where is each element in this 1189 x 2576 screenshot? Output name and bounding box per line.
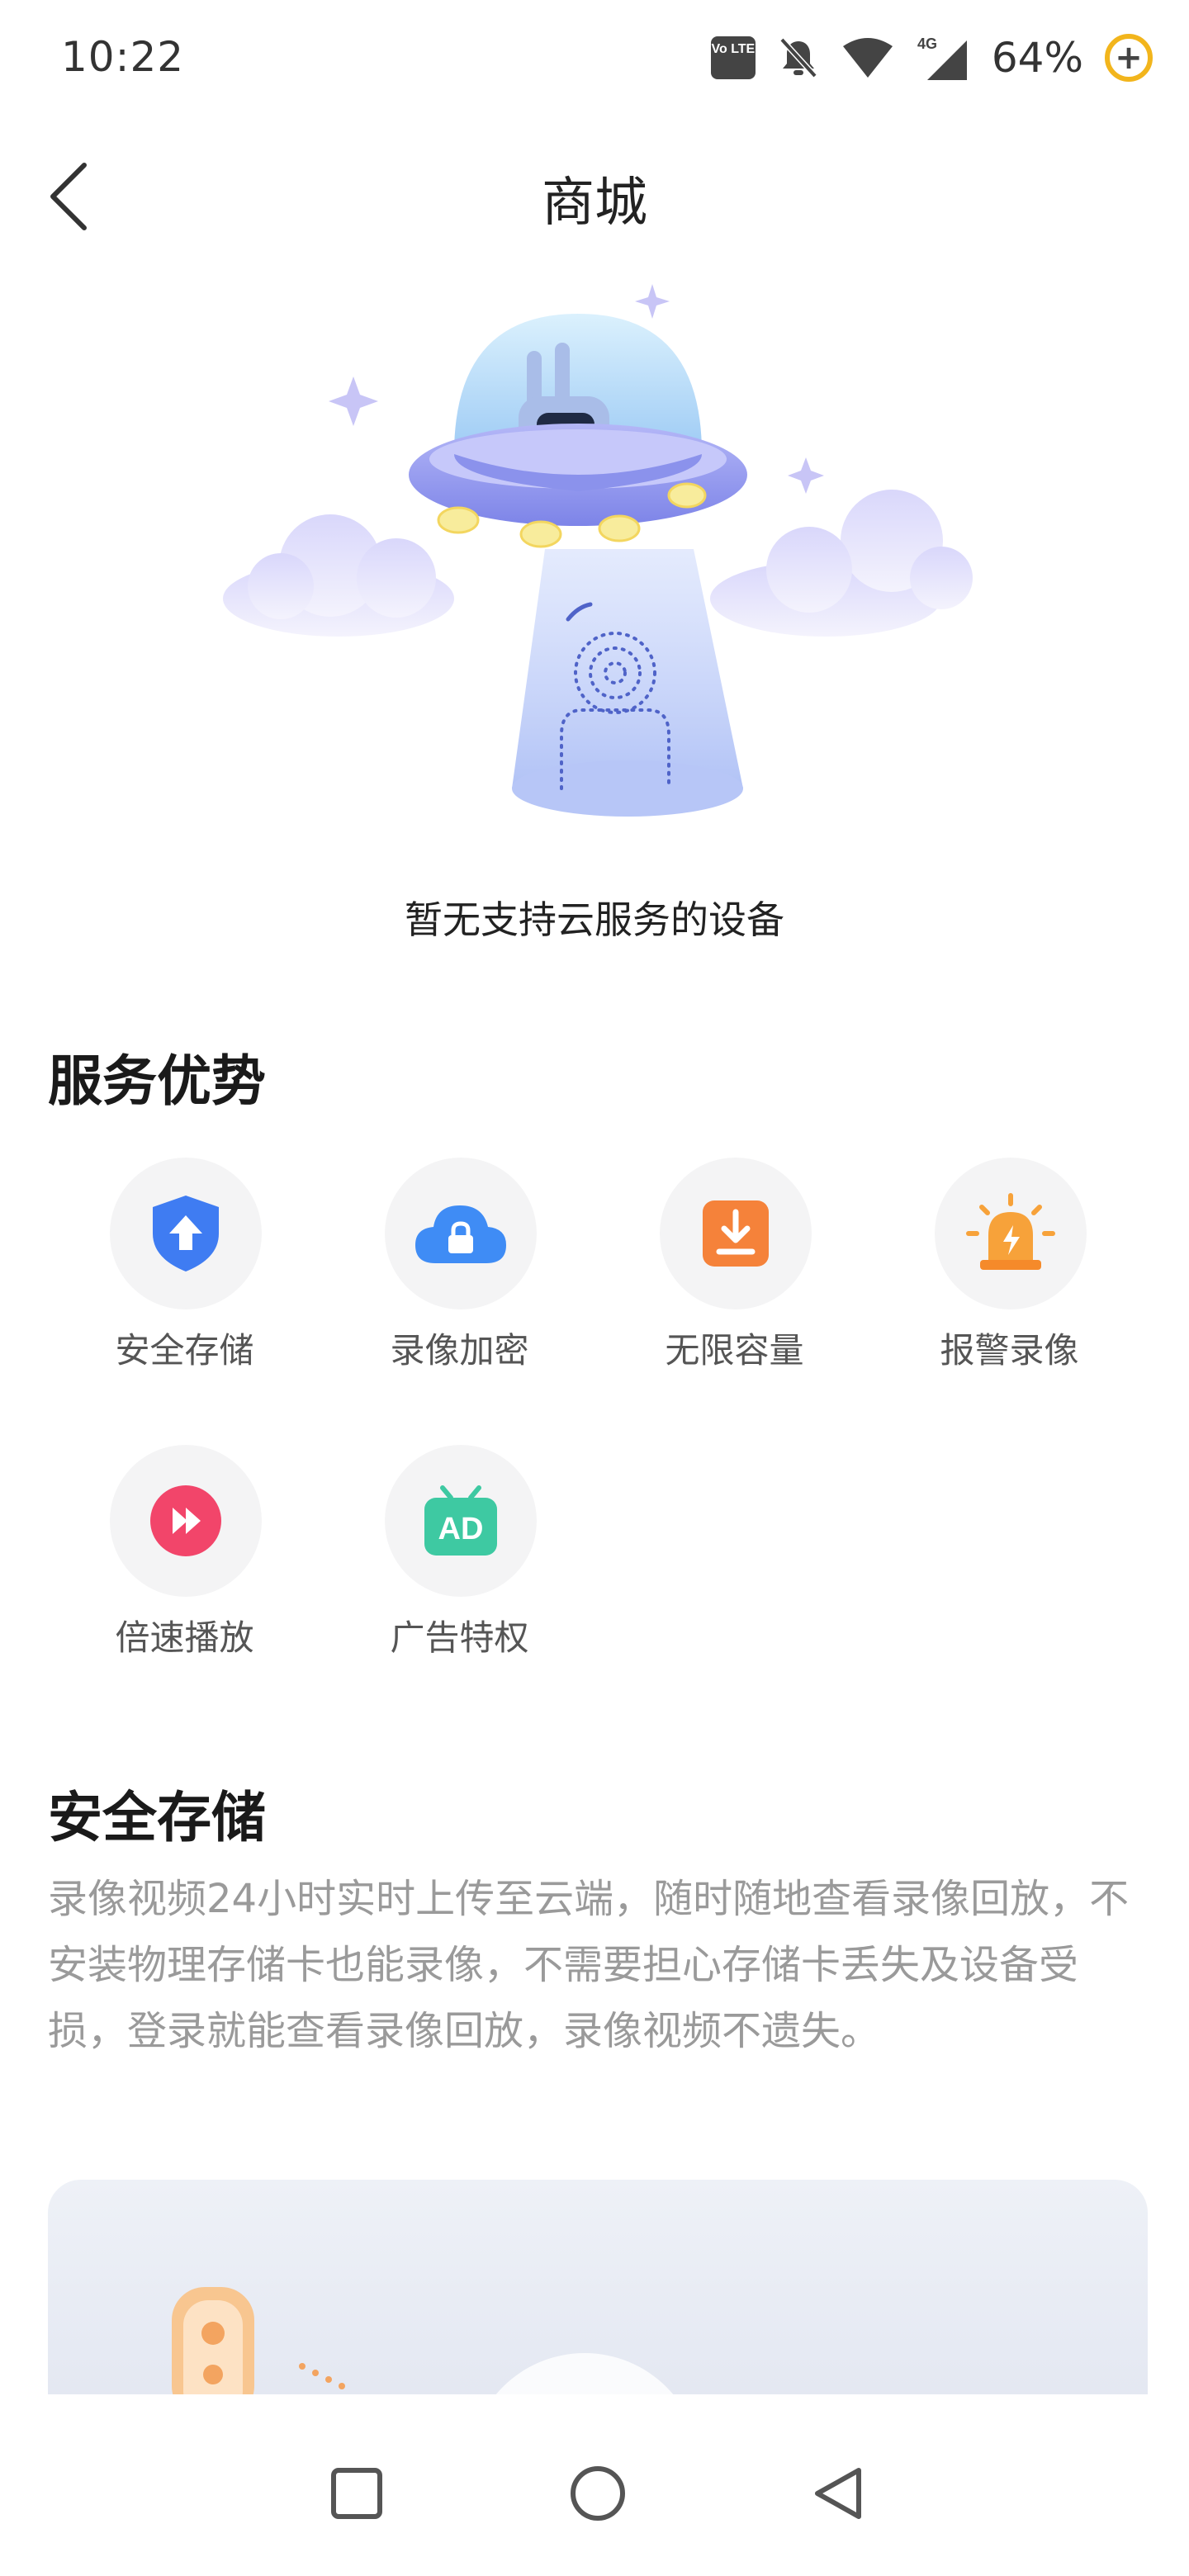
system-navigation-bar xyxy=(0,2403,1189,2576)
cloud-lock-icon xyxy=(415,1205,506,1263)
nav-back-button[interactable] xyxy=(806,2460,872,2526)
battery-percentage: 64% xyxy=(991,34,1083,82)
download-box-icon xyxy=(703,1200,769,1267)
signal-4g-icon: 4G xyxy=(916,34,970,82)
svg-text:4G: 4G xyxy=(917,36,937,52)
battery-saver-icon: + xyxy=(1105,34,1153,82)
circle-home-icon xyxy=(571,2466,625,2521)
fast-forward-icon xyxy=(150,1485,221,1556)
triangle-back-icon xyxy=(815,2468,861,2519)
advantages-title: 服务优势 xyxy=(48,1049,266,1113)
service-item-speed-playback[interactable]: 倍速播放 xyxy=(47,1445,322,1693)
shield-upload-icon xyxy=(153,1196,219,1271)
ad-tv-icon: AD xyxy=(424,1485,497,1556)
service-item-video-encryption[interactable]: 录像加密 xyxy=(322,1158,597,1405)
alarm-light-icon xyxy=(966,1193,1055,1270)
volte-icon: Vo LTE xyxy=(710,36,756,79)
service-label: 录像加密 xyxy=(390,1330,529,1371)
feature-illustration-card xyxy=(48,2180,1148,2394)
detail-description: 录像视频24小时实时上传至云端，随时随地查看录像回放，不安装物理存储卡也能录像，… xyxy=(48,1876,1130,2054)
empty-state-message: 暂无支持云服务的设备 xyxy=(405,897,784,942)
service-item-secure-storage[interactable]: 安全存储 xyxy=(47,1158,322,1405)
service-label: 安全存储 xyxy=(115,1330,254,1371)
wifi-icon xyxy=(841,36,894,79)
service-label: 广告特权 xyxy=(390,1617,529,1658)
square-recents-icon xyxy=(331,2468,382,2519)
bell-muted-icon xyxy=(777,36,820,79)
status-bar: 10:22 Vo LTE 4G 64% + xyxy=(0,0,1189,124)
storage-illustration xyxy=(172,2287,674,2394)
status-time: 10:22 xyxy=(61,33,185,81)
service-label: 无限容量 xyxy=(665,1330,804,1371)
service-item-alarm-recording[interactable]: 报警录像 xyxy=(872,1158,1147,1405)
service-item-ad-privilege[interactable]: AD 广告特权 xyxy=(322,1445,597,1693)
status-icons: Vo LTE 4G 64% + xyxy=(710,31,1153,84)
detail-title: 安全存储 xyxy=(48,1786,266,1849)
ufo-camera-illustration xyxy=(215,272,974,834)
home-button[interactable] xyxy=(565,2460,631,2526)
service-item-unlimited-capacity[interactable]: 无限容量 xyxy=(597,1158,872,1405)
recents-button[interactable] xyxy=(324,2460,390,2526)
svg-text:AD: AD xyxy=(438,1512,484,1546)
page-title: 商城 xyxy=(542,173,647,234)
service-label: 报警录像 xyxy=(940,1330,1079,1371)
service-label: 倍速播放 xyxy=(115,1617,254,1658)
